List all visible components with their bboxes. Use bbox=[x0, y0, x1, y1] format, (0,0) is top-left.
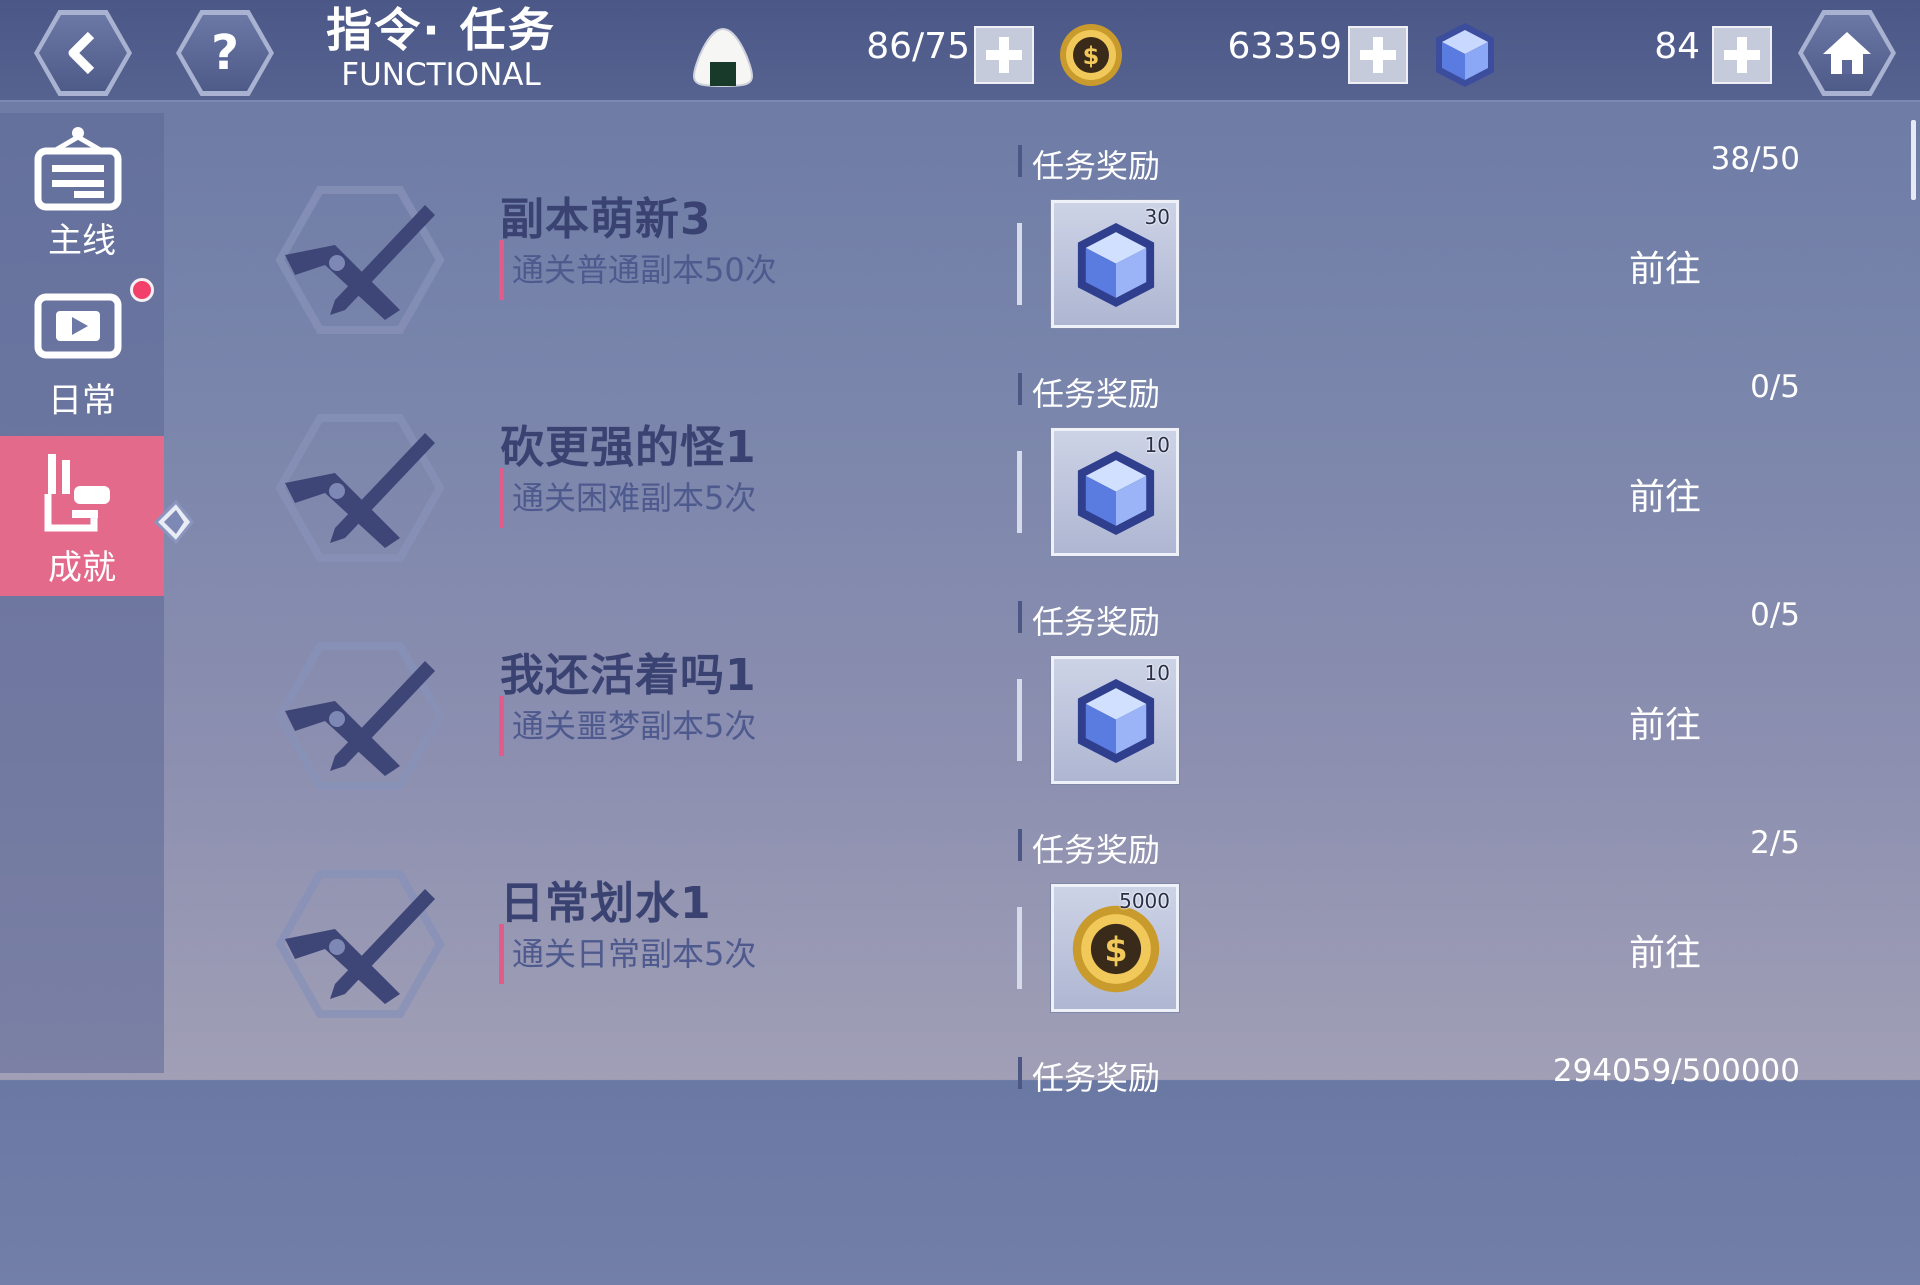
crossed-weapons-icon bbox=[275, 414, 445, 562]
mainline-board-icon bbox=[34, 127, 122, 211]
goto-button[interactable]: 前往 bbox=[1600, 696, 1730, 748]
reward-header-accent bbox=[1018, 829, 1022, 861]
task-progress: 2/5 bbox=[1750, 825, 1800, 861]
top-bar: ? 指令· 任务 FUNCTIONAL 86/75 $ 63359 84 bbox=[0, 0, 1920, 102]
reward-divider bbox=[1017, 451, 1022, 533]
reward-count: 10 bbox=[1144, 433, 1170, 457]
reward-header-accent bbox=[1018, 373, 1022, 405]
plus-icon bbox=[1360, 37, 1396, 73]
task-description: 通关噩梦副本5次 bbox=[512, 707, 757, 745]
reward-label: 任务奖励 bbox=[1032, 375, 1161, 413]
sidebar-item-label: 日常 bbox=[48, 381, 116, 421]
task-row: 日常划水1 通关日常副本5次 任务奖励 2/5 $ 5000 前往 bbox=[160, 825, 1800, 1057]
task-row: 任务奖励 294059/500000 bbox=[160, 1053, 1800, 1285]
stamina-value: 86/75 bbox=[866, 26, 970, 67]
reward-item[interactable]: 10 bbox=[1051, 428, 1179, 556]
task-description: 通关困难副本5次 bbox=[512, 479, 757, 517]
reward-count: 5000 bbox=[1119, 889, 1170, 913]
add-coins-button[interactable] bbox=[1348, 26, 1408, 84]
reward-header-accent bbox=[1018, 601, 1022, 633]
reward-count: 30 bbox=[1144, 205, 1170, 229]
task-row: 副本萌新3 通关普通副本50次 任务奖励 38/50 30 前往 bbox=[160, 141, 1800, 373]
goto-button[interactable]: 前往 bbox=[1600, 468, 1730, 520]
svg-text:$: $ bbox=[1083, 42, 1100, 70]
task-desc-accent bbox=[499, 924, 504, 984]
back-arrow-icon bbox=[68, 31, 95, 75]
gem-icon bbox=[1077, 222, 1155, 308]
sidebar-item-main[interactable]: 主线 bbox=[0, 113, 164, 273]
coin-icon: $ bbox=[1072, 905, 1160, 993]
coins-value: 63359 bbox=[1227, 26, 1342, 67]
task-name: 砍更强的怪1 bbox=[500, 422, 757, 473]
task-name: 我还活着吗1 bbox=[500, 650, 757, 701]
plus-icon bbox=[986, 37, 1022, 73]
goto-button[interactable]: 前往 bbox=[1600, 240, 1730, 292]
reward-label: 任务奖励 bbox=[1032, 831, 1161, 869]
sidebar: 主线 日常 成就 bbox=[0, 113, 164, 1073]
gem-icon bbox=[1077, 450, 1155, 536]
task-description: 通关普通副本50次 bbox=[512, 251, 777, 289]
task-desc-accent bbox=[499, 696, 504, 756]
achievement-icon bbox=[44, 454, 110, 532]
task-progress: 0/5 bbox=[1750, 597, 1800, 633]
question-icon: ? bbox=[211, 25, 239, 81]
help-button[interactable]: ? bbox=[176, 10, 274, 96]
sidebar-item-achievement[interactable]: 成就 bbox=[0, 436, 164, 596]
back-button[interactable] bbox=[34, 10, 132, 96]
task-row: 砍更强的怪1 通关困难副本5次 任务奖励 0/5 10 前往 bbox=[160, 369, 1800, 601]
crossed-weapons-icon bbox=[275, 870, 445, 1018]
reward-item[interactable]: 10 bbox=[1051, 656, 1179, 784]
goto-button[interactable]: 前往 bbox=[1600, 924, 1730, 976]
task-progress: 38/50 bbox=[1710, 141, 1800, 177]
plus-icon bbox=[1724, 37, 1760, 73]
notification-dot bbox=[130, 278, 154, 302]
home-button[interactable] bbox=[1798, 10, 1896, 96]
crossed-weapons-icon bbox=[275, 642, 445, 790]
reward-divider bbox=[1017, 223, 1022, 305]
svg-text:$: $ bbox=[1104, 931, 1127, 970]
reward-divider bbox=[1017, 907, 1022, 989]
video-play-icon bbox=[34, 293, 122, 359]
scrollbar[interactable] bbox=[1911, 120, 1916, 200]
crossed-weapons-icon bbox=[275, 186, 445, 334]
coin-icon: $ bbox=[1060, 24, 1122, 86]
task-name: 日常划水1 bbox=[500, 878, 712, 929]
reward-header-accent bbox=[1018, 1057, 1022, 1089]
reward-label: 任务奖励 bbox=[1032, 147, 1161, 185]
gem-icon bbox=[1436, 23, 1494, 87]
reward-label: 任务奖励 bbox=[1032, 1059, 1161, 1097]
page-title: 指令· 任务 FUNCTIONAL bbox=[326, 2, 556, 92]
add-gems-button[interactable] bbox=[1712, 26, 1772, 84]
task-progress: 0/5 bbox=[1750, 369, 1800, 405]
page-title-en: FUNCTIONAL bbox=[341, 57, 541, 93]
gem-icon bbox=[1077, 678, 1155, 764]
reward-divider bbox=[1017, 679, 1022, 761]
reward-item[interactable]: $ 5000 bbox=[1051, 884, 1179, 1012]
reward-item[interactable]: 30 bbox=[1051, 200, 1179, 328]
reward-header-accent bbox=[1018, 145, 1022, 177]
add-stamina-button[interactable] bbox=[974, 26, 1034, 84]
onigiri-icon bbox=[692, 27, 754, 88]
task-description: 通关日常副本5次 bbox=[512, 935, 757, 973]
sidebar-item-label: 主线 bbox=[48, 221, 116, 261]
gems-value: 84 bbox=[1654, 26, 1700, 67]
task-row: 我还活着吗1 通关噩梦副本5次 任务奖励 0/5 10 前往 bbox=[160, 597, 1800, 829]
reward-label: 任务奖励 bbox=[1032, 603, 1161, 641]
page-title-cn: 指令· 任务 bbox=[326, 3, 556, 57]
reward-count: 10 bbox=[1144, 661, 1170, 685]
task-progress: 294059/500000 bbox=[1552, 1053, 1800, 1089]
task-desc-accent bbox=[499, 468, 504, 528]
task-name: 副本萌新3 bbox=[500, 194, 712, 245]
home-icon bbox=[1823, 32, 1871, 74]
sidebar-item-label: 成就 bbox=[48, 548, 116, 588]
task-desc-accent bbox=[499, 240, 504, 300]
